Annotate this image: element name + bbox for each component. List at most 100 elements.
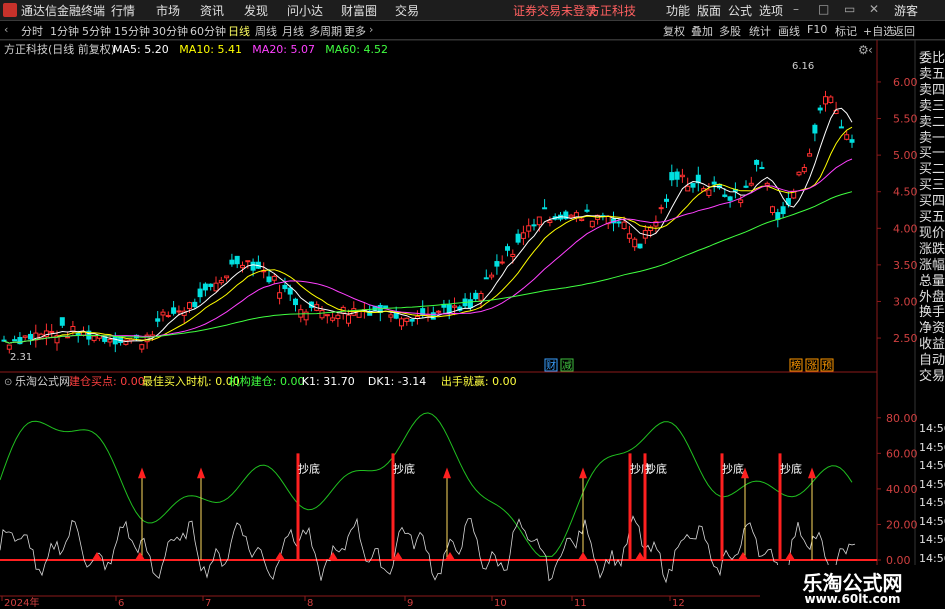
period-weekly[interactable]: 周线 — [255, 23, 277, 39]
candle-body — [616, 221, 622, 224]
indicator-item-0: 建仓买点: 0.00 — [69, 374, 145, 388]
candle-body — [75, 332, 81, 335]
candle-body — [770, 206, 775, 214]
candle-body — [324, 314, 330, 317]
candle-body — [277, 292, 283, 299]
candle-body — [637, 243, 643, 249]
menu-wenxiaoda[interactable]: 问小达 — [287, 2, 323, 19]
login-notice[interactable]: 证券交易未登录 — [513, 2, 597, 19]
indicator-tick-label: 20.00 — [886, 518, 918, 531]
period-5min[interactable]: 5分钟 — [82, 23, 111, 39]
indicator-item-5: 出手就赢: 0.00 — [441, 374, 517, 388]
menu-quotes[interactable]: 行情 — [111, 2, 135, 19]
period-1min[interactable]: 1分钟 — [50, 23, 79, 39]
candle-body — [849, 139, 855, 143]
menu-trade[interactable]: 交易 — [395, 2, 419, 19]
indicator-item-3: K1: 31.70 — [302, 375, 355, 388]
watermark: 乐淘公式网 www.60lt.com — [760, 565, 945, 609]
candle-body — [531, 224, 537, 227]
candle-body — [807, 153, 813, 157]
back-arrow-icon[interactable]: ‹ — [4, 23, 8, 36]
candle-body — [759, 167, 765, 170]
candle-body — [234, 255, 240, 265]
candle-body — [218, 279, 224, 284]
menu-layout[interactable]: 版面 — [697, 2, 721, 19]
candle-body — [49, 330, 55, 333]
tool-overlay[interactable]: 叠加 — [691, 23, 713, 39]
candle-body — [801, 167, 807, 173]
tool-mark[interactable]: 标记 — [835, 23, 857, 39]
candle-body — [621, 221, 627, 230]
sidebar-label[interactable]: 交易 — [919, 365, 945, 384]
menu-formula[interactable]: 公式 — [728, 2, 752, 19]
tool-fuquan[interactable]: 复权 — [663, 23, 685, 39]
candle-body — [828, 96, 834, 104]
candle-body — [706, 189, 712, 196]
candle-body — [6, 344, 12, 350]
ma-label-3: MA60: 4.52 — [325, 43, 388, 56]
menu-wealth-circle[interactable]: 财富圈 — [341, 2, 377, 19]
period-multi[interactable]: 多周期 — [309, 23, 342, 39]
candle-body — [293, 298, 298, 306]
indicator-item-2: 机构建仓: 0.00 — [229, 374, 305, 388]
up-arrow-icon — [197, 467, 205, 479]
up-arrow-icon — [443, 467, 451, 479]
tool-stats[interactable]: 统计 — [749, 23, 771, 39]
tool-f10[interactable]: F10 — [807, 23, 827, 36]
candle-body — [139, 344, 145, 350]
candle-body — [187, 302, 192, 310]
price-tick-label: 5.00 — [893, 149, 918, 162]
candle-body — [754, 159, 760, 165]
candle-body — [764, 182, 770, 186]
buy-signal-label: 抄底 — [393, 461, 415, 475]
candle-body — [584, 209, 590, 212]
period-15min[interactable]: 15分钟 — [114, 23, 150, 39]
candle-body — [436, 310, 442, 313]
candle-body — [12, 339, 18, 342]
event-marker-3: 涨 — [807, 360, 817, 372]
signal-dot — [738, 552, 748, 560]
menu-market[interactable]: 市场 — [156, 2, 180, 19]
period-monthly[interactable]: 月线 — [282, 23, 304, 39]
period-daily[interactable]: 日线 — [228, 23, 250, 39]
candle-body — [780, 206, 786, 215]
tool-add-watchlist[interactable]: +自选 — [863, 23, 894, 39]
signal-dot — [92, 552, 102, 560]
x-tick-label: 10 — [494, 598, 507, 609]
tool-draw[interactable]: 画线 — [778, 23, 800, 39]
candle-body — [674, 171, 680, 180]
restore-icon[interactable]: ▭ — [844, 2, 855, 16]
candle-body — [287, 287, 293, 295]
signal-dot — [275, 552, 285, 560]
menu-function[interactable]: 功能 — [666, 2, 690, 19]
candle-body — [494, 261, 500, 267]
candle-body — [579, 218, 585, 221]
sidebar-time: 14:56 — [919, 496, 945, 509]
signal-dot — [135, 552, 145, 560]
event-marker-4: 预 — [822, 360, 832, 372]
period-60min[interactable]: 60分钟 — [190, 23, 226, 39]
candle-body — [282, 284, 288, 290]
sidebar-time: 14:56 — [919, 551, 945, 565]
user-label[interactable]: 游客 — [894, 2, 918, 19]
candle-body — [722, 194, 728, 197]
kline-chart[interactable]: 方正科技(日线 前复权)MA5: 5.20 MA10: 5.41 MA20: 5.0… — [0, 40, 945, 609]
more-arrow-icon[interactable]: › — [369, 23, 373, 36]
menu-options[interactable]: 选项 — [759, 2, 783, 19]
candle-body — [467, 299, 473, 309]
tool-multistock[interactable]: 多股 — [719, 23, 741, 39]
minimize-icon[interactable]: – — [793, 2, 799, 16]
close-icon[interactable]: ✕ — [869, 2, 879, 16]
tool-back[interactable]: 返回 — [893, 23, 915, 39]
candle-body — [176, 310, 182, 313]
period-more[interactable]: 更多 — [344, 23, 366, 39]
price-tick-label: 5.50 — [893, 113, 918, 126]
menu-news[interactable]: 资讯 — [200, 2, 224, 19]
candle-body — [626, 233, 632, 239]
menu-discover[interactable]: 发现 — [244, 2, 268, 19]
up-arrow-icon — [138, 467, 146, 479]
period-30min[interactable]: 30分钟 — [152, 23, 188, 39]
candle-body — [250, 261, 256, 271]
maximize-icon[interactable]: □ — [818, 2, 829, 16]
period-intraday[interactable]: 分时 — [21, 23, 43, 39]
